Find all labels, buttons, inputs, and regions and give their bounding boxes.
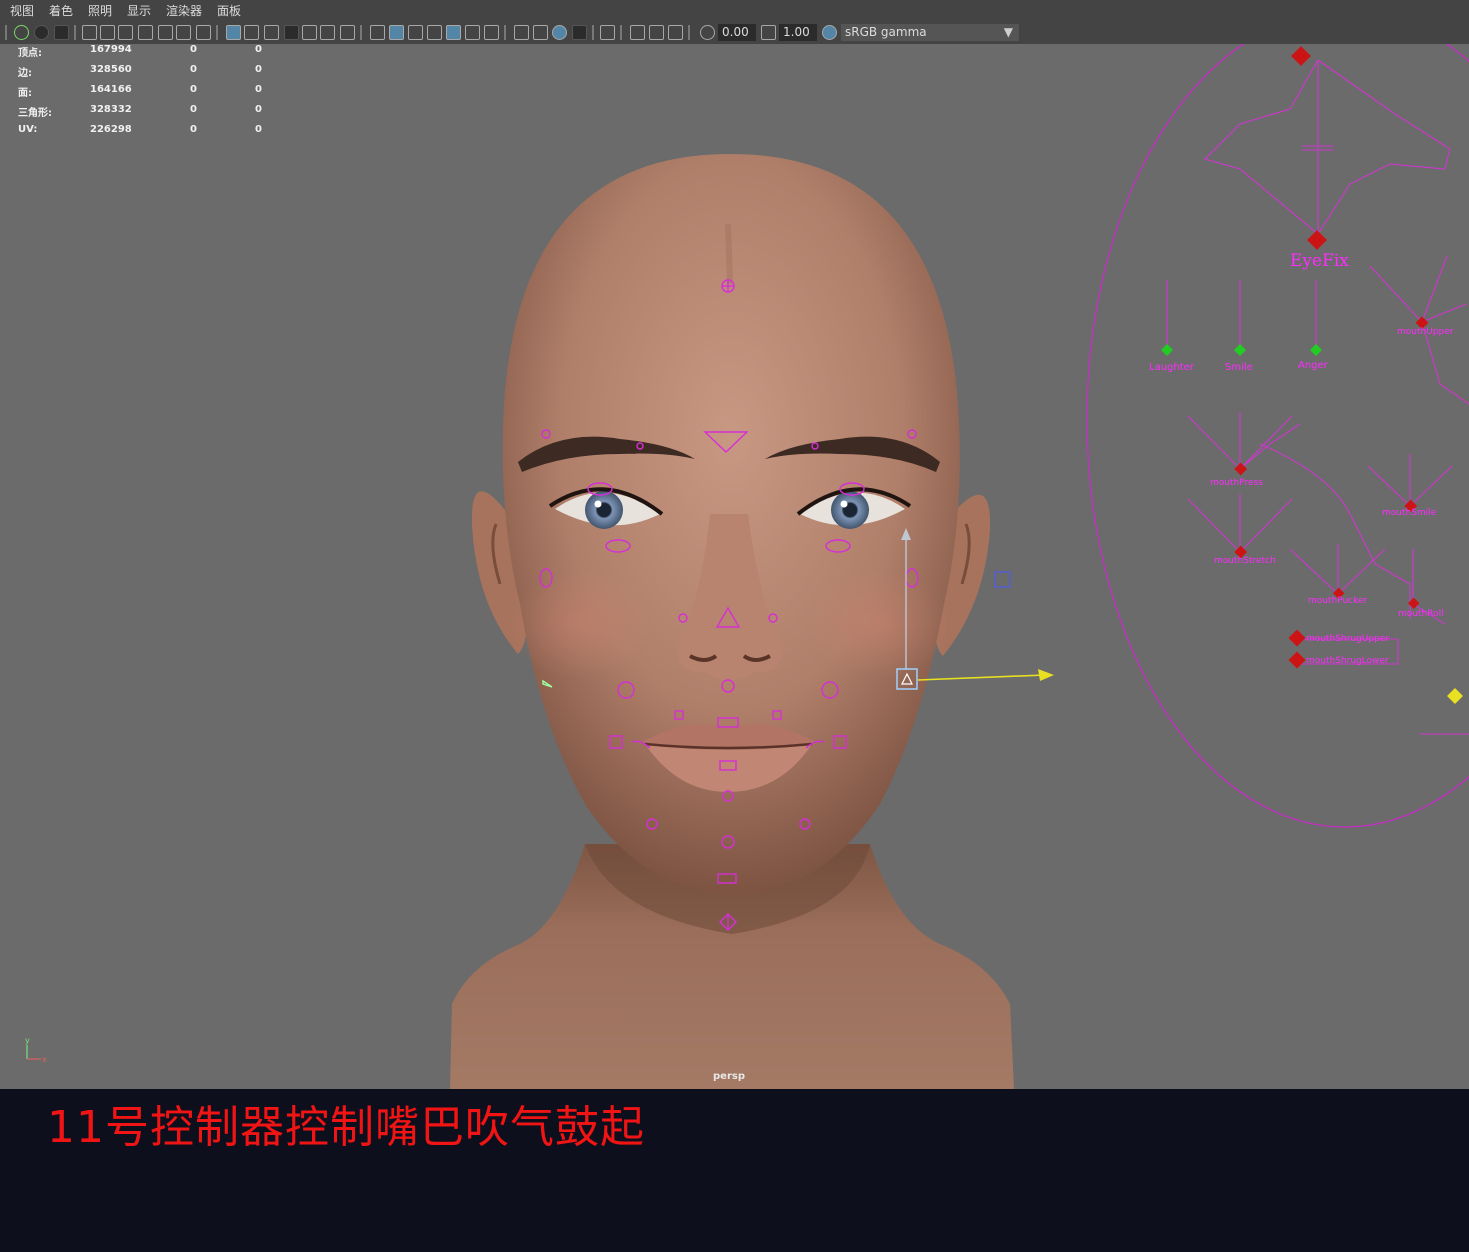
scene-render: mouthUpper mouthPress mouthStretch mouth… — [25, 44, 1469, 1089]
hud-row-vertices: 顶点: 167994 0 0 — [18, 44, 262, 59]
viewport-persp[interactable]: mouthUpper mouthPress mouthStretch mouth… — [0, 44, 1469, 1089]
axis-gizmo: y x — [25, 1036, 47, 1064]
camera-lock-icon[interactable] — [100, 25, 115, 40]
toolbar-separator — [504, 25, 506, 40]
bookmark-icon[interactable] — [54, 25, 69, 40]
exposure-field[interactable]: 0.00 — [718, 24, 756, 41]
xray-active-components-icon[interactable] — [649, 25, 664, 40]
screen-space-ao-icon[interactable] — [514, 25, 529, 40]
menu-view[interactable]: 视图 — [10, 4, 34, 18]
shadows-icon[interactable] — [484, 25, 499, 40]
film-gate-icon[interactable] — [244, 25, 259, 40]
2d-pan-zoom-icon[interactable] — [176, 25, 191, 40]
hud-row-triangles: 三角形: 328332 0 0 — [18, 104, 262, 119]
toolbar-separator — [216, 25, 218, 40]
camera-name-label: persp — [713, 1071, 745, 1082]
toolbar-separator — [592, 25, 594, 40]
rig-control-laughter[interactable]: Laughter — [1149, 362, 1195, 373]
select-camera-icon[interactable] — [14, 25, 29, 40]
gamma-icon[interactable] — [761, 25, 776, 40]
field-chart-icon[interactable] — [302, 25, 317, 40]
safe-action-icon[interactable] — [320, 25, 335, 40]
color-management-icon[interactable] — [822, 25, 837, 40]
toolbar-separator — [5, 25, 7, 40]
menu-renderer[interactable]: 渲染器 — [166, 4, 202, 18]
textured-icon[interactable] — [446, 25, 461, 40]
menu-show[interactable]: 显示 — [127, 4, 151, 18]
rig-panel[interactable]: mouthUpper mouthPress mouthStretch mouth… — [1086, 44, 1469, 828]
color-space-dropdown[interactable]: sRGB gamma ▼ — [841, 24, 1019, 41]
depth-of-field-icon[interactable] — [572, 25, 587, 40]
camera-attributes-icon[interactable] — [34, 25, 49, 40]
toolbar-separator — [620, 25, 622, 40]
gate-mask-icon[interactable] — [284, 25, 299, 40]
hud-row-uvs: UV: 226298 0 0 — [18, 124, 262, 135]
toolbar-separator — [74, 25, 76, 40]
gamma-field[interactable]: 1.00 — [779, 24, 817, 41]
motion-blur-icon[interactable] — [533, 25, 548, 40]
safe-title-icon[interactable] — [340, 25, 355, 40]
pin-icon[interactable] — [138, 25, 153, 40]
chevron-down-icon: ▼ — [1003, 25, 1013, 39]
resolution-gate-icon[interactable] — [264, 25, 279, 40]
toolbar-separator — [360, 25, 362, 40]
rig-panel-title: EyeFix — [1290, 251, 1349, 271]
toolbar-separator — [688, 25, 690, 40]
brush-icon[interactable] — [196, 25, 211, 40]
axis-x-label: x — [42, 1055, 47, 1064]
rig-control-anger[interactable]: Anger — [1298, 360, 1329, 371]
smooth-shade-icon[interactable] — [389, 25, 404, 40]
xray-icon[interactable] — [630, 25, 645, 40]
isolate-select-icon[interactable] — [600, 25, 615, 40]
svg-text:mouthShrugUpper: mouthShrugUpper — [1306, 634, 1389, 644]
menu-shading[interactable]: 着色 — [49, 4, 73, 18]
image-plane-icon[interactable] — [118, 25, 133, 40]
svg-text:mouthPucker: mouthPucker — [1308, 596, 1368, 606]
anti-aliasing-icon[interactable] — [552, 25, 567, 40]
hud-row-faces: 面: 164166 0 0 — [18, 84, 262, 99]
svg-text:mouthUpper: mouthUpper — [1397, 327, 1454, 337]
menu-lighting[interactable]: 照明 — [88, 4, 112, 18]
color-space-value: sRGB gamma — [845, 25, 927, 39]
wireframe-on-shaded-icon[interactable] — [427, 25, 442, 40]
axis-y-label: y — [25, 1036, 30, 1045]
default-material-icon[interactable] — [408, 25, 423, 40]
caption-text: 11号控制器控制嘴巴吹气鼓起 — [47, 1102, 645, 1153]
lights-icon[interactable] — [465, 25, 480, 40]
menu-panels[interactable]: 面板 — [217, 4, 241, 18]
svg-text:mouthShrugLower: mouthShrugLower — [1306, 656, 1389, 666]
xray-joints-icon[interactable] — [668, 25, 683, 40]
exposure-icon[interactable] — [700, 25, 715, 40]
caption-band: 11号控制器控制嘴巴吹气鼓起 — [0, 1089, 1469, 1252]
menu-bar: 视图 着色 照明 显示 渲染器 面板 — [0, 0, 1469, 22]
hud-row-edges: 边: 328560 0 0 — [18, 64, 262, 79]
wireframe-icon[interactable] — [370, 25, 385, 40]
svg-text:mouthStretch: mouthStretch — [1214, 556, 1276, 566]
svg-text:mouthPress: mouthPress — [1210, 478, 1263, 488]
rig-control-smile[interactable]: Smile — [1225, 362, 1253, 373]
svg-text:mouthSmile: mouthSmile — [1382, 508, 1437, 518]
grease-pencil-icon[interactable] — [158, 25, 173, 40]
camera-icon[interactable] — [82, 25, 97, 40]
grid-icon[interactable] — [226, 25, 241, 40]
svg-text:mouthRoll: mouthRoll — [1398, 609, 1444, 619]
panel-toolbar: 0.00 1.00 sRGB gamma ▼ — [0, 22, 1469, 44]
